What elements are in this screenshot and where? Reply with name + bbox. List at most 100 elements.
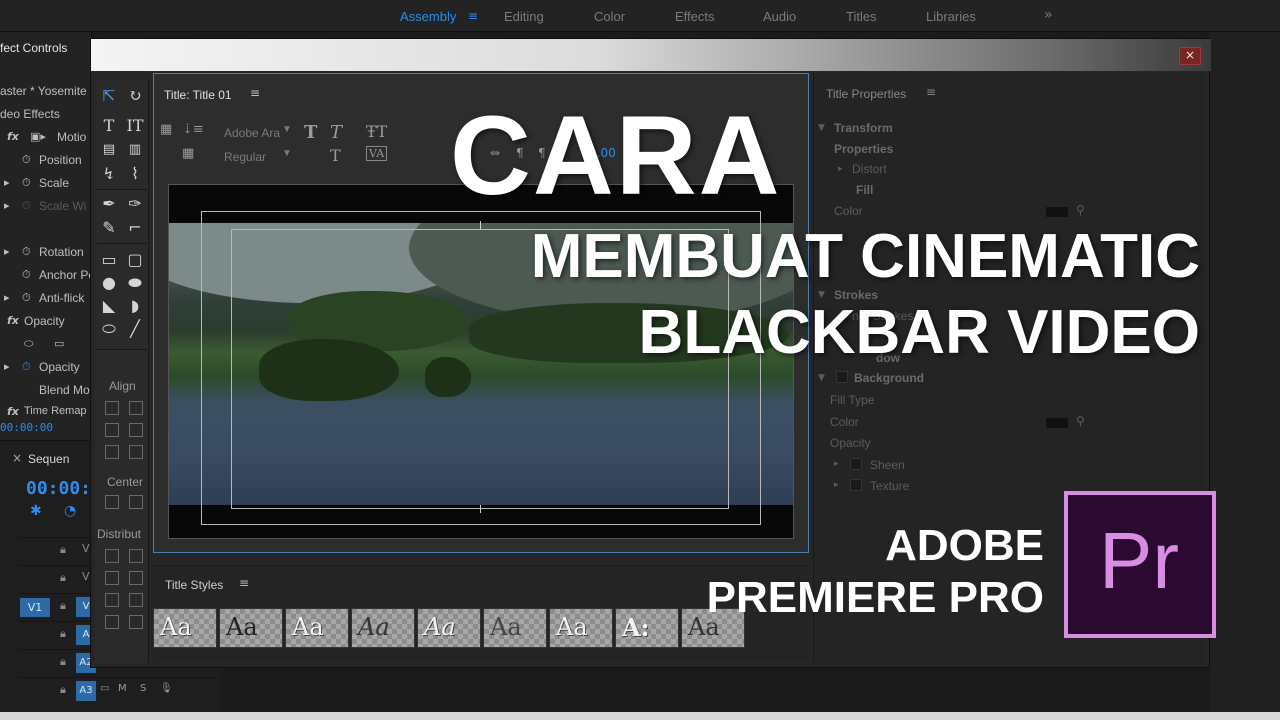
align-center-h-icon[interactable] — [105, 423, 119, 437]
vertical-path-type-icon[interactable]: ⌇ — [124, 163, 146, 185]
distribute-icon[interactable] — [105, 549, 119, 563]
distribute-icon[interactable] — [129, 593, 143, 607]
new-title-icon[interactable]: ▦ — [160, 122, 172, 137]
wedge-tool-icon[interactable]: ◣ — [98, 295, 120, 317]
style-swatch[interactable]: Aa — [483, 608, 547, 648]
expand-arrow-icon[interactable]: ▸ — [838, 164, 843, 174]
rect-mask-icon[interactable]: ▭ — [54, 337, 64, 350]
solo-toggle[interactable]: S — [140, 683, 146, 694]
background-section[interactable]: Background — [854, 371, 924, 385]
sync-icon[interactable]: ▭ — [100, 683, 109, 694]
stopwatch-icon[interactable]: ⏱ — [22, 199, 31, 213]
close-button[interactable]: × — [1179, 47, 1201, 65]
stopwatch-icon[interactable]: ⏱ — [22, 245, 31, 259]
color-swatch[interactable] — [1046, 207, 1068, 217]
lock-icon[interactable]: 🔒︎ — [60, 543, 66, 557]
kerning-icon[interactable]: VA — [366, 146, 388, 161]
effect-controls-tab[interactable]: fect Controls — [0, 41, 67, 55]
rotation-tool-icon[interactable]: ↻ — [124, 85, 146, 107]
titler-titlebar[interactable]: × — [91, 39, 1211, 71]
delete-anchor-icon[interactable]: ✑ — [124, 193, 146, 215]
expand-arrow-icon[interactable]: ▸ — [834, 459, 839, 469]
rectangle-tool-icon[interactable]: ▭ — [98, 249, 120, 271]
sheen-row[interactable]: Sheen — [870, 458, 905, 472]
lock-icon[interactable]: 🔒︎ — [60, 599, 66, 613]
sheen-checkbox[interactable] — [850, 458, 862, 470]
tab-color[interactable]: Color — [594, 9, 625, 24]
distribute-icon[interactable] — [105, 593, 119, 607]
distribute-icon[interactable] — [129, 549, 143, 563]
stopwatch-icon[interactable]: ⏱ — [22, 360, 31, 374]
rounded-corner-icon[interactable]: ⬬ — [124, 272, 146, 294]
snap-icon[interactable]: ✱ — [30, 503, 42, 519]
lock-icon[interactable]: 🔒︎ — [60, 655, 66, 669]
style-swatch[interactable]: Aa — [351, 608, 415, 648]
tab-audio[interactable]: Audio — [763, 9, 796, 24]
bold-icon[interactable]: T — [304, 122, 317, 143]
panel-menu-icon[interactable]: ≡ — [926, 85, 936, 99]
expand-arrow-icon[interactable]: ▸ — [4, 291, 10, 304]
chevron-down-icon[interactable]: ▼ — [282, 148, 292, 159]
track-target[interactable]: V — [82, 570, 90, 583]
font-size-icon[interactable]: ŦT — [366, 122, 387, 141]
hamburger-menu-icon[interactable]: ≡ — [468, 9, 478, 23]
add-anchor-icon[interactable]: ✎ — [98, 217, 120, 239]
expand-arrow-icon[interactable]: ▸ — [4, 360, 10, 373]
microphone-icon[interactable]: 🎙︎ — [160, 683, 173, 694]
align-left-icon[interactable] — [105, 401, 119, 415]
stopwatch-icon[interactable]: ⏱ — [22, 176, 31, 190]
line-tool-icon[interactable]: ╱ — [124, 318, 146, 340]
tab-effects[interactable]: Effects — [675, 9, 715, 24]
lock-icon[interactable]: 🔒︎ — [60, 627, 66, 641]
style-swatch[interactable]: Aa — [285, 608, 349, 648]
eyedropper-icon[interactable]: ⚲ — [1076, 203, 1085, 217]
panel-menu-icon[interactable]: ≡ — [239, 576, 249, 590]
lock-icon[interactable]: 🔒︎ — [60, 571, 66, 585]
track-source-v1[interactable]: V1 — [20, 598, 50, 617]
color-swatch[interactable] — [1046, 418, 1068, 428]
align-center-v-icon[interactable] — [129, 423, 143, 437]
vertical-type-tool-icon[interactable]: IT — [124, 115, 146, 137]
clipped-corner-icon[interactable]: ● — [98, 272, 120, 294]
transform-section[interactable]: Transform — [834, 121, 893, 135]
effect-timecode[interactable]: 00:00:00 — [0, 421, 53, 434]
ellipse-mask-icon[interactable]: ⬭ — [24, 337, 33, 351]
align-top-icon[interactable] — [129, 401, 143, 415]
tab-assembly[interactable]: Assembly — [400, 9, 456, 24]
underline-icon[interactable]: T — [330, 146, 341, 165]
expand-arrow-icon[interactable]: ▸ — [4, 199, 10, 212]
properties-section[interactable]: Properties — [834, 142, 893, 156]
style-swatch[interactable]: Aa — [549, 608, 613, 648]
font-style-select[interactable]: Regular — [224, 150, 266, 164]
roll-crawl-icon[interactable]: ⇣≡ — [182, 122, 204, 137]
vertical-area-type-icon[interactable]: ▥ — [124, 139, 146, 161]
distort-row[interactable]: Distort — [852, 162, 887, 176]
selection-tool-icon[interactable]: ⇱ — [98, 85, 120, 107]
type-tool-icon[interactable]: T — [98, 115, 120, 137]
distribute-icon[interactable] — [129, 615, 143, 629]
expand-arrow-icon[interactable]: ▸ — [4, 245, 10, 258]
stopwatch-icon[interactable]: ⏱ — [22, 153, 31, 167]
pen-tool-icon[interactable]: ✒ — [98, 193, 120, 215]
style-swatch[interactable]: Aa — [417, 608, 481, 648]
tab-editing[interactable]: Editing — [504, 9, 544, 24]
font-family-select[interactable]: Adobe Ara — [224, 126, 280, 140]
style-swatch[interactable]: Aa — [219, 608, 283, 648]
eyedropper-icon[interactable]: ⚲ — [1076, 414, 1085, 428]
more-tabs-icon[interactable]: » — [1044, 7, 1053, 23]
panel-menu-icon[interactable]: ≡ — [250, 86, 260, 100]
tab-libraries[interactable]: Libraries — [926, 9, 976, 24]
expand-arrow-icon[interactable]: ▸ — [834, 480, 839, 490]
path-type-tool-icon[interactable]: ↯ — [98, 163, 120, 185]
arc-tool-icon[interactable]: ◗ — [124, 295, 146, 317]
stopwatch-icon[interactable]: ⏱ — [22, 291, 31, 305]
texture-row[interactable]: Texture — [870, 479, 909, 493]
title-pane-name[interactable]: Title: Title 01 — [164, 88, 232, 102]
tab-titles[interactable]: Titles — [846, 9, 877, 24]
ellipse-tool-icon[interactable]: ⬭ — [98, 318, 120, 340]
expand-arrow-icon[interactable]: ▼ — [818, 123, 825, 133]
sequence-tab[interactable]: Sequen — [28, 452, 69, 466]
chevron-down-icon[interactable]: ▼ — [282, 124, 292, 135]
style-swatch[interactable]: Aa — [153, 608, 217, 648]
lock-icon[interactable]: 🔒︎ — [60, 683, 66, 697]
